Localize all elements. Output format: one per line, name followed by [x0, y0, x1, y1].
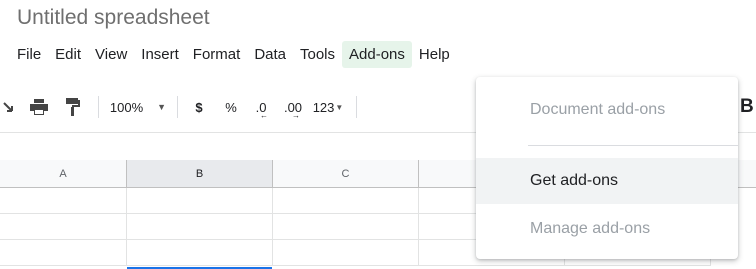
- document-title[interactable]: Untitled spreadsheet: [17, 6, 210, 30]
- menu-edit[interactable]: Edit: [48, 41, 88, 68]
- zoom-value: 100%: [109, 99, 144, 115]
- cell[interactable]: [273, 214, 419, 240]
- column-header-c[interactable]: C: [273, 160, 419, 187]
- menu-tools[interactable]: Tools: [293, 41, 342, 68]
- menu-insert[interactable]: Insert: [134, 41, 186, 68]
- increase-decimal-button[interactable]: .00 →: [276, 92, 310, 122]
- redo-icon[interactable]: [2, 92, 16, 122]
- menu-view[interactable]: View: [88, 41, 134, 68]
- more-formats-button[interactable]: 123 ▼: [310, 92, 346, 122]
- menu-divider: [528, 145, 738, 146]
- menu-addons[interactable]: Add-ons: [342, 41, 412, 68]
- currency-format-button[interactable]: $: [188, 92, 210, 122]
- zoom-select[interactable]: 100% ▼: [109, 92, 167, 122]
- arrow-left-icon: ←: [260, 111, 268, 120]
- more-formats-label: 123: [312, 99, 335, 115]
- menu-help[interactable]: Help: [412, 41, 457, 68]
- menu-format[interactable]: Format: [186, 41, 248, 68]
- cell[interactable]: [273, 188, 419, 214]
- document-addons-item[interactable]: Document add-ons: [476, 87, 738, 133]
- manage-addons-item[interactable]: Manage add-ons: [476, 206, 738, 252]
- toolbar-divider: [356, 96, 357, 118]
- column-header-b[interactable]: B: [127, 160, 273, 187]
- arrow-right-icon: →: [292, 111, 300, 120]
- paint-format-icon[interactable]: [58, 92, 88, 122]
- column-header-a[interactable]: A: [0, 160, 127, 187]
- toolbar-divider: [98, 96, 99, 118]
- cell[interactable]: [0, 214, 127, 240]
- cell[interactable]: [127, 214, 273, 240]
- chevron-down-icon: ▼: [157, 102, 167, 112]
- toolbar-divider: [177, 96, 178, 118]
- menu-file[interactable]: File: [10, 41, 48, 68]
- addons-dropdown-menu: Document add-ons Get add-ons Manage add-…: [476, 77, 738, 259]
- decrease-decimal-button[interactable]: .0 ←: [246, 92, 276, 122]
- menubar: File Edit View Insert Format Data Tools …: [10, 38, 457, 71]
- cell[interactable]: [127, 188, 273, 214]
- percent-format-button[interactable]: %: [216, 92, 246, 122]
- cell[interactable]: [273, 240, 419, 266]
- print-icon[interactable]: [24, 92, 54, 122]
- chevron-down-icon: ▼: [335, 102, 344, 112]
- bold-button[interactable]: B: [740, 96, 754, 118]
- cell[interactable]: [127, 240, 273, 266]
- cell[interactable]: [0, 240, 127, 266]
- get-addons-item[interactable]: Get add-ons: [476, 158, 738, 204]
- cell[interactable]: [0, 188, 127, 214]
- menu-data[interactable]: Data: [247, 41, 293, 68]
